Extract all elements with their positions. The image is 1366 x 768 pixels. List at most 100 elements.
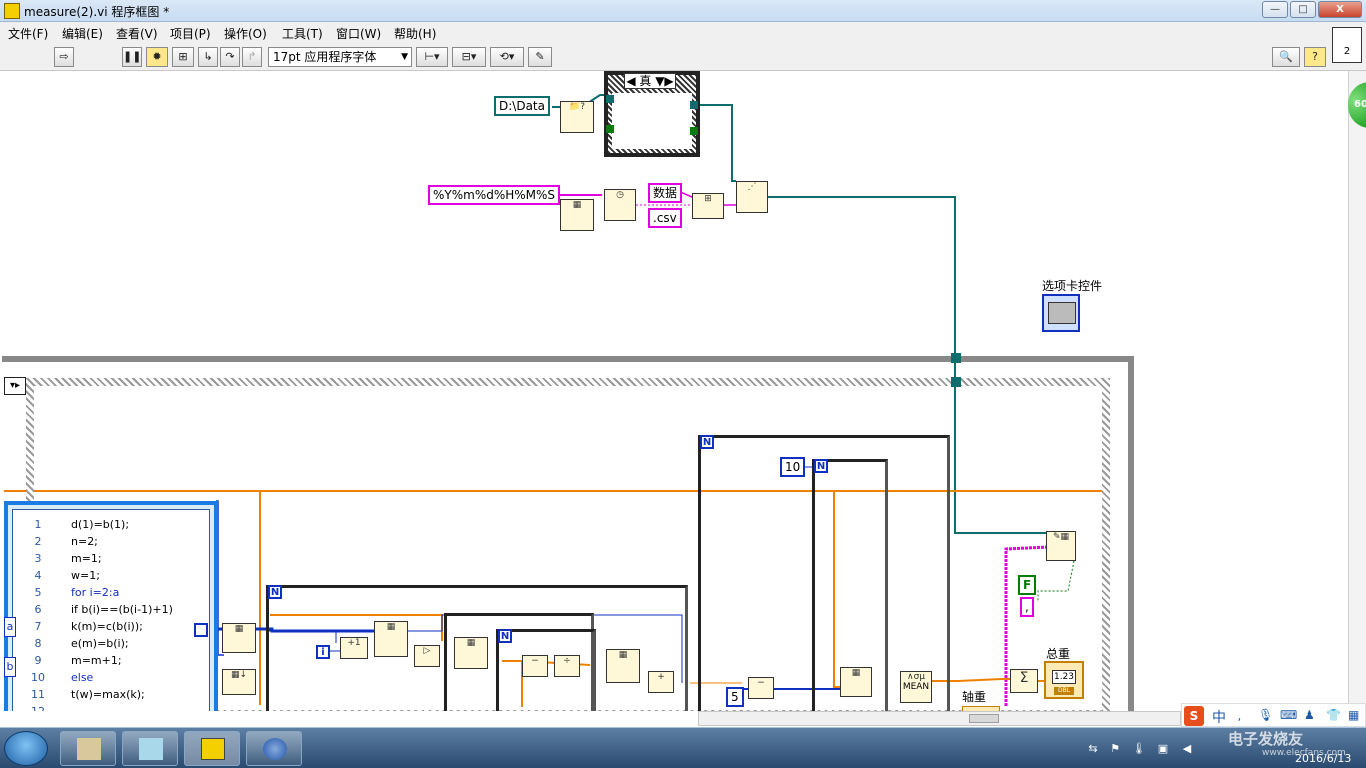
extension-constant[interactable]: .csv xyxy=(648,208,682,228)
search-icon[interactable]: 🔍 xyxy=(1272,47,1300,67)
scrollbar-thumb[interactable] xyxy=(969,714,999,723)
volume-icon[interactable]: ◀ xyxy=(1180,742,1194,756)
index-array-icon[interactable]: ▦ xyxy=(374,621,408,657)
mean-function-icon[interactable]: ∧σμ MEAN xyxy=(900,671,932,703)
loop-count-terminal[interactable]: N xyxy=(268,585,282,599)
voice-icon[interactable]: 🎙 xyxy=(1258,708,1273,722)
step-into-icon[interactable]: ↳ xyxy=(198,47,218,67)
write-spreadsheet-file-icon[interactable]: ✎▦ xyxy=(1046,531,1076,561)
formula-code-area[interactable]: 1 2 3 4 5 6 7 8 9 10 11 12 d(1)=b(1); n=… xyxy=(12,509,210,711)
loop-count-terminal[interactable]: N xyxy=(700,435,714,449)
code-line: m=m+1; xyxy=(71,654,122,667)
concatenate-strings-icon[interactable]: ⊞ xyxy=(692,193,724,219)
ime-mode-label[interactable]: 中 xyxy=(1212,707,1226,727)
taskbar-app-notepad[interactable] xyxy=(122,731,178,766)
compare-icon[interactable]: ▷ xyxy=(414,645,440,667)
start-button[interactable] xyxy=(4,731,48,766)
align-objects-icon[interactable]: ⊢▾ xyxy=(416,47,448,67)
line-number: 12 xyxy=(23,705,53,711)
index-array-icon[interactable]: ▦ xyxy=(454,637,488,669)
tab-control-label: 选项卡控件 xyxy=(1042,279,1103,293)
font-selector[interactable]: 17pt 应用程序字体 ▼ xyxy=(268,47,412,67)
total-weight-label: 总重 xyxy=(1046,647,1071,661)
case-structure-inner xyxy=(612,93,692,149)
formula-node[interactable]: 1 2 3 4 5 6 7 8 9 10 11 12 d(1)=b(1); n=… xyxy=(4,501,218,711)
total-weight-indicator[interactable]: 1.23 DBL xyxy=(1044,661,1084,699)
menu-tools[interactable]: 工具(T) xyxy=(282,25,323,42)
vertical-scrollbar[interactable] xyxy=(1348,71,1366,711)
menu-edit[interactable]: 编辑(E) xyxy=(62,25,103,42)
tools-icon[interactable]: ▦ xyxy=(1348,708,1359,722)
sum-icon[interactable]: Σ xyxy=(1010,669,1038,693)
step-over-icon[interactable]: ↷ xyxy=(220,47,240,67)
add-icon[interactable]: + xyxy=(648,671,674,693)
tunnel xyxy=(951,377,961,387)
taskbar-app-browser[interactable] xyxy=(246,731,302,766)
pause-icon[interactable]: ❚❚ xyxy=(122,47,142,67)
keyboard-icon[interactable]: ⌨ xyxy=(1280,708,1297,722)
distribute-objects-icon[interactable]: ⊟▾ xyxy=(452,47,486,67)
run-arrow-icon[interactable]: ⇨ xyxy=(54,47,74,67)
watermark-url: www.elecfans.com xyxy=(1262,748,1346,758)
array-subset-icon[interactable]: ▦ xyxy=(840,667,872,697)
code-line: t(w)=max(k); xyxy=(71,688,145,701)
nvidia-icon[interactable]: ▣ xyxy=(1156,742,1170,756)
network-icon[interactable]: ⇆ xyxy=(1086,742,1100,756)
formula-input-a[interactable]: a xyxy=(4,617,16,637)
block-diagram[interactable]: ◀ 真 ▼▶ D:\Data 📁? %Y%m%d%H%M%S ▦ ◷ 数据 .c… xyxy=(2,71,1348,711)
menu-help[interactable]: 帮助(H) xyxy=(394,25,436,42)
menu-window[interactable]: 窗口(W) xyxy=(336,25,381,42)
user-icon[interactable]: ♟ xyxy=(1304,708,1315,722)
taskbar-app-labview[interactable] xyxy=(184,731,240,766)
divide-icon[interactable]: ÷ xyxy=(554,655,580,677)
context-help-icon[interactable]: ? xyxy=(1304,47,1326,67)
build-path-icon[interactable]: ⋰ xyxy=(736,181,768,213)
tab-control-terminal[interactable] xyxy=(1042,294,1080,332)
reorder-icon[interactable]: ⟲▾ xyxy=(490,47,524,67)
menu-project[interactable]: 项目(P) xyxy=(170,25,211,42)
file-dialog-icon[interactable]: 📁? xyxy=(560,101,594,133)
loop-count-terminal[interactable]: N xyxy=(498,629,512,643)
delimiter-constant[interactable]: , xyxy=(1020,597,1034,617)
iteration-terminal[interactable]: i xyxy=(316,645,330,659)
taskbar-app-explorer[interactable] xyxy=(60,731,116,766)
highlight-bulb-icon[interactable]: ✹ xyxy=(146,47,168,67)
numeric-constant-5[interactable]: 5 xyxy=(726,687,744,707)
temperature-icon[interactable]: 🌡 xyxy=(1132,742,1146,756)
horizontal-scrollbar[interactable] xyxy=(698,711,1181,726)
format-date-time-icon[interactable]: ◷ xyxy=(604,189,636,221)
menu-file[interactable]: 文件(F) xyxy=(8,25,48,42)
formula-input-b[interactable]: b xyxy=(4,657,16,677)
sogou-logo-icon[interactable]: S xyxy=(1184,706,1204,726)
step-out-icon[interactable]: ↱ xyxy=(242,47,262,67)
minimize-button[interactable]: — xyxy=(1262,1,1288,18)
subtract-icon[interactable]: − xyxy=(748,677,774,699)
path-constant[interactable]: D:\Data xyxy=(494,96,550,116)
array-function-icon[interactable]: ▦ xyxy=(222,623,256,653)
menu-operate[interactable]: 操作(O) xyxy=(224,25,267,42)
structure-selector[interactable]: ▾▸ xyxy=(4,377,26,395)
maximize-button[interactable]: □ xyxy=(1290,1,1316,18)
format-string-constant[interactable]: %Y%m%d%H%M%S xyxy=(428,185,561,205)
retain-wire-values-icon[interactable]: ⊞ xyxy=(172,47,194,67)
punctuation-icon[interactable]: ⸴ xyxy=(1238,708,1241,725)
document-icon xyxy=(77,738,101,760)
loop-count-terminal[interactable]: N xyxy=(814,459,828,473)
menu-view[interactable]: 查看(V) xyxy=(116,25,158,42)
numeric-constant-10[interactable]: 10 xyxy=(780,457,806,477)
subtract-icon[interactable]: − xyxy=(522,655,548,677)
clean-up-diagram-icon[interactable]: ✎ xyxy=(528,47,552,67)
increment-icon[interactable]: +1 xyxy=(340,637,368,659)
close-button[interactable]: X xyxy=(1318,1,1362,18)
boolean-constant[interactable]: F xyxy=(1018,575,1037,595)
build-array-icon[interactable]: ▦ xyxy=(606,649,640,683)
name-constant[interactable]: 数据 xyxy=(648,183,683,203)
vi-icon[interactable]: 2 xyxy=(1332,27,1362,63)
get-date-time-icon[interactable]: ▦ xyxy=(560,199,594,231)
skin-icon[interactable]: 👕 xyxy=(1326,708,1341,722)
ime-toolbar[interactable]: S 中 ⸴ 🎙 ⌨ ♟ 👕 ▦ xyxy=(1181,703,1366,727)
font-selector-value: 17pt 应用程序字体 xyxy=(273,50,377,64)
array-subset-icon[interactable]: ▦↓ xyxy=(222,669,256,695)
case-selector[interactable]: ◀ 真 ▼▶ xyxy=(624,73,676,89)
flag-icon[interactable]: ⚑ xyxy=(1108,742,1122,756)
